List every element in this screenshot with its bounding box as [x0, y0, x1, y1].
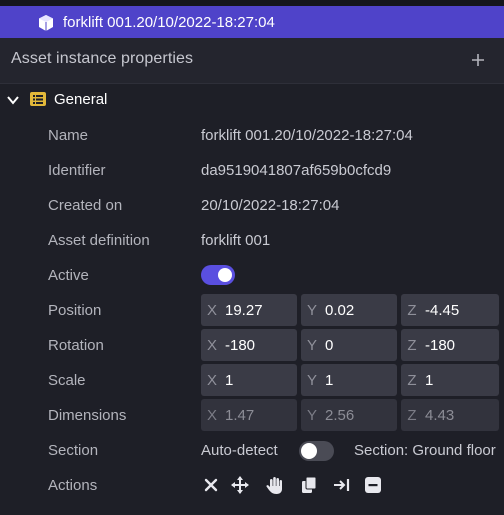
identifier-value: da9519041807af659b0cfcd9: [201, 162, 392, 179]
scale-y-field[interactable]: Y 1: [301, 364, 397, 396]
axis-x-label: X: [206, 301, 217, 319]
dimensions-x-field: X 1.47: [201, 399, 297, 431]
axis-y-label: Y: [306, 406, 317, 424]
rotation-z-value: -180: [425, 336, 456, 354]
created-on-label: Created on: [48, 197, 123, 214]
dimensions-z-field: Z 4.43: [401, 399, 499, 431]
rotation-x-value: -180: [225, 336, 256, 354]
axis-z-label: Z: [407, 371, 417, 389]
section-value: Section: Ground floor: [354, 442, 496, 459]
active-toggle[interactable]: [201, 265, 235, 285]
rotation-x-field[interactable]: X -180: [201, 329, 297, 361]
hand-icon[interactable]: [265, 475, 285, 495]
dimensions-y-field: Y 2.56: [301, 399, 397, 431]
section-label: Section: [48, 442, 99, 459]
active-label: Active: [48, 267, 89, 284]
move-icon[interactable]: [230, 475, 250, 495]
axis-z-label: Z: [407, 406, 417, 424]
position-label: Position: [48, 302, 102, 319]
copy-icon[interactable]: [299, 475, 319, 495]
position-x-value: 19.27: [225, 301, 263, 319]
selected-asset-item[interactable]: forklift 001.20/10/2022-18:27:04: [0, 6, 504, 38]
position-z-value: -4.45: [425, 301, 460, 319]
auto-detect-label: Auto-detect: [201, 442, 278, 459]
plus-icon[interactable]: [470, 52, 486, 68]
axis-x-label: X: [206, 336, 217, 354]
name-value: forklift 001.20/10/2022-18:27:04: [201, 127, 413, 144]
axis-y-label: Y: [306, 301, 317, 319]
asset-definition-value: forklift 001: [201, 232, 271, 249]
rotation-y-value: 0: [325, 336, 334, 354]
axis-x-label: X: [206, 406, 217, 424]
axis-z-label: Z: [407, 336, 417, 354]
axis-z-label: Z: [407, 301, 417, 319]
dimensions-x-value: 1.47: [225, 406, 255, 424]
selected-asset-label: forklift 001.20/10/2022-18:27:04: [63, 14, 275, 31]
close-icon[interactable]: [201, 475, 221, 495]
auto-detect-toggle[interactable]: [299, 441, 334, 461]
asset-definition-label: Asset definition: [48, 232, 150, 249]
scale-x-field[interactable]: X 1: [201, 364, 297, 396]
dimensions-y-value: 2.56: [325, 406, 355, 424]
created-on-value: 20/10/2022-18:27:04: [201, 197, 340, 214]
panel-header: Asset instance properties: [0, 38, 504, 84]
position-z-field[interactable]: Z -4.45: [401, 294, 499, 326]
minus-square-icon[interactable]: [363, 475, 383, 495]
scale-label: Scale: [48, 372, 86, 389]
axis-y-label: Y: [306, 371, 317, 389]
rotation-label: Rotation: [48, 337, 104, 354]
active-toggle-knob: [218, 268, 232, 282]
scale-y-value: 1: [325, 371, 334, 389]
chevron-down-icon[interactable]: [6, 93, 20, 107]
scale-z-field[interactable]: Z 1: [401, 364, 499, 396]
position-y-value: 0.02: [325, 301, 355, 319]
align-right-icon[interactable]: [332, 475, 352, 495]
axis-y-label: Y: [306, 336, 317, 354]
position-y-field[interactable]: Y 0.02: [301, 294, 397, 326]
dimensions-label: Dimensions: [48, 407, 127, 424]
scale-x-value: 1: [225, 371, 234, 389]
axis-x-label: X: [206, 371, 217, 389]
scale-z-value: 1: [425, 371, 434, 389]
actions-label: Actions: [48, 477, 98, 494]
panel-title: Asset instance properties: [11, 50, 194, 67]
section-general-label[interactable]: General: [54, 91, 107, 108]
position-x-field[interactable]: X 19.27: [201, 294, 297, 326]
rotation-z-field[interactable]: Z -180: [401, 329, 499, 361]
dimensions-z-value: 4.43: [425, 406, 455, 424]
name-label: Name: [48, 127, 89, 144]
auto-detect-toggle-knob: [301, 443, 317, 459]
cube-icon: [39, 15, 53, 31]
identifier-label: Identifier: [48, 162, 106, 179]
list-icon: [30, 92, 46, 106]
rotation-y-field[interactable]: Y 0: [301, 329, 397, 361]
